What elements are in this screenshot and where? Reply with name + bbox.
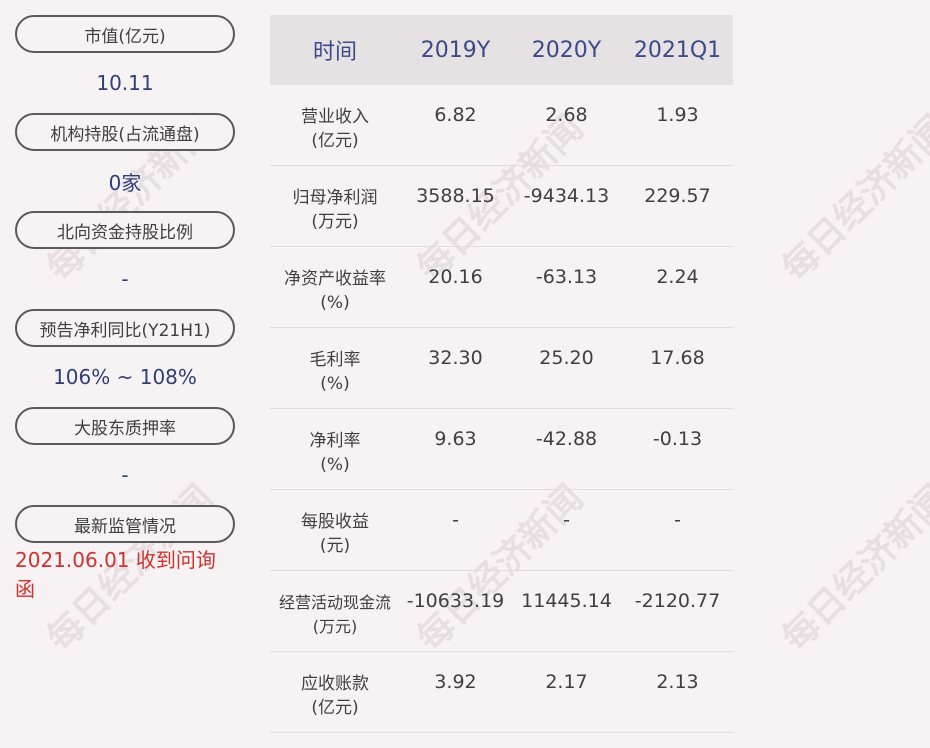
watermark: 每日经济新闻	[774, 477, 930, 660]
cell-value: 2.13	[656, 671, 699, 693]
cell-value: -42.88	[535, 428, 598, 450]
regulatory-status-value: 2021.06.01 收到问询函	[15, 548, 216, 601]
cell-value: 25.20	[539, 347, 594, 369]
cell-value: 11445.14	[521, 590, 612, 612]
northbound-ratio-value: -	[121, 267, 129, 291]
row-label: 净资产收益率 (%)	[284, 269, 386, 313]
market-cap-value: 10.11	[96, 71, 154, 95]
cell-value: 9.63	[434, 428, 477, 450]
cell-value: 2.24	[656, 266, 699, 288]
table-row: 应收账款 (亿元) 3.92 2.17 2.13	[270, 652, 733, 733]
row-label: 营业收入 (亿元)	[301, 107, 369, 151]
cell-value: -2120.77	[634, 590, 721, 612]
table-row: 营业收入 (亿元) 6.82 2.68 1.93	[270, 85, 733, 166]
row-label: 净利率 (%)	[309, 431, 361, 475]
financial-table: 时间 2019Y 2020Y 2021Q1 营业收入 (亿元) 6.82 2.68…	[270, 15, 733, 733]
watermark: 每日经济新闻	[774, 107, 930, 290]
cell-value: 2.68	[545, 104, 588, 126]
cell-value: -0.13	[652, 428, 703, 450]
table-row: 净利率 (%) 9.63 -42.88 -0.13	[270, 409, 733, 490]
header-2021q1: 2021Q1	[633, 37, 722, 63]
row-label: 每股收益 (元)	[301, 512, 369, 556]
table-header: 时间 2019Y 2020Y 2021Q1	[270, 15, 733, 85]
cell-value: -	[674, 509, 681, 531]
northbound-ratio-label: 北向资金持股比例	[15, 211, 235, 249]
cell-value: 2.17	[545, 671, 588, 693]
cell-value: 3.92	[434, 671, 477, 693]
header-time: 时间	[312, 40, 357, 65]
cell-value: 1.93	[656, 104, 699, 126]
row-label: 应收账款 (亿元)	[301, 674, 369, 718]
institution-holding-label: 机构持股(占流通盘)	[15, 113, 235, 151]
cell-value: 6.82	[434, 104, 477, 126]
summary-panel: 市值(亿元) 10.11 机构持股(占流通盘) 0家 北向资金持股比例 - 预告…	[15, 15, 235, 603]
forecast-profit-label: 预告净利同比(Y21H1)	[15, 309, 235, 347]
table-row: 毛利率 (%) 32.30 25.20 17.68	[270, 328, 733, 409]
institution-holding-value: 0家	[108, 170, 142, 195]
row-label: 毛利率 (%)	[309, 350, 361, 394]
header-2019y: 2019Y	[420, 37, 491, 63]
cell-value: 32.30	[428, 347, 483, 369]
table-row: 归母净利润 (万元) 3588.15 -9434.13 229.57	[270, 166, 733, 247]
regulatory-status-label: 最新监管情况	[15, 505, 235, 543]
forecast-profit-value: 106% ~ 108%	[53, 365, 197, 389]
cell-value: -9434.13	[523, 185, 610, 207]
pledge-ratio-label: 大股东质押率	[15, 407, 235, 445]
cell-value: 20.16	[428, 266, 483, 288]
table-row: 经营活动现金流 (万元) -10633.19 11445.14 -2120.77	[270, 571, 733, 652]
cell-value: 229.57	[644, 185, 711, 207]
pledge-ratio-value: -	[121, 463, 129, 487]
header-2020y: 2020Y	[531, 37, 602, 63]
cell-value: -	[452, 509, 459, 531]
market-cap-label: 市值(亿元)	[15, 15, 235, 53]
cell-value: -10633.19	[406, 590, 505, 612]
cell-value: -63.13	[535, 266, 598, 288]
row-label: 归母净利润 (万元)	[292, 188, 378, 232]
cell-value: -	[563, 509, 570, 531]
table-row: 每股收益 (元) - - -	[270, 490, 733, 571]
cell-value: 17.68	[650, 347, 705, 369]
cell-value: 3588.15	[416, 185, 495, 207]
table-row: 净资产收益率 (%) 20.16 -63.13 2.24	[270, 247, 733, 328]
row-label: 经营活动现金流 (万元)	[278, 593, 391, 636]
